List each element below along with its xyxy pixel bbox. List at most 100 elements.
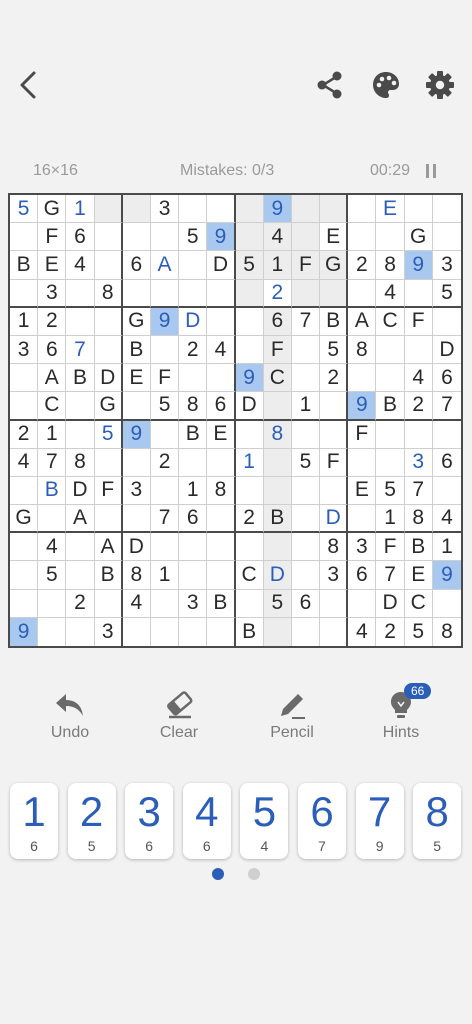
board-cell[interactable]: 5 — [263, 589, 292, 618]
board-cell[interactable]: 6 — [291, 589, 321, 618]
board-cell[interactable] — [235, 335, 264, 365]
board-cell[interactable]: B — [38, 476, 67, 506]
board-cell[interactable] — [94, 448, 123, 477]
board-cell[interactable] — [263, 448, 292, 477]
board-cell[interactable]: D — [94, 364, 123, 393]
board-cell[interactable]: F — [404, 307, 433, 336]
settings-button[interactable] — [418, 60, 462, 110]
board-cell[interactable] — [207, 307, 236, 336]
clear-button[interactable]: Clear — [134, 688, 224, 748]
board-cell[interactable]: B — [320, 307, 349, 336]
number-key[interactable]: 16 — [10, 783, 58, 859]
board-cell[interactable]: G — [404, 223, 433, 252]
board-cell[interactable]: 8 — [433, 618, 461, 646]
board-cell[interactable] — [291, 533, 321, 562]
board-cell[interactable] — [348, 448, 377, 477]
board-cell[interactable]: 1 — [38, 420, 67, 449]
board-cell[interactable]: E — [122, 364, 151, 393]
board-cell[interactable] — [348, 589, 377, 618]
board-cell[interactable]: C — [38, 392, 67, 421]
board-cell[interactable]: 2 — [263, 279, 292, 308]
board-cell[interactable]: 1 — [10, 307, 39, 336]
board-cell[interactable] — [66, 420, 95, 449]
board-cell[interactable] — [291, 505, 321, 534]
board-cell[interactable]: F — [263, 335, 292, 365]
board-cell[interactable]: B — [10, 251, 39, 280]
board-cell[interactable]: G — [94, 392, 123, 421]
board-cell[interactable] — [94, 589, 123, 618]
board-cell[interactable] — [235, 589, 264, 618]
board-cell[interactable] — [179, 448, 208, 477]
board-cell[interactable]: C — [263, 364, 292, 393]
board-cell[interactable]: 5 — [150, 392, 180, 421]
board-cell[interactable]: 7 — [291, 307, 321, 336]
board-cell[interactable] — [376, 364, 405, 393]
board-cell[interactable] — [10, 561, 39, 590]
board-cell[interactable]: B — [66, 364, 95, 393]
board-cell[interactable]: 4 — [122, 589, 151, 618]
board-cell[interactable]: D — [376, 589, 405, 618]
board-cell[interactable] — [320, 617, 349, 646]
board-cell[interactable]: 3 — [404, 448, 433, 477]
board-cell[interactable]: F — [348, 420, 377, 449]
board-cell[interactable]: 2 — [10, 420, 39, 449]
board-cell[interactable]: 8 — [263, 420, 292, 449]
board-cell[interactable] — [376, 420, 405, 449]
board-cell[interactable] — [348, 223, 377, 252]
board-cell[interactable] — [10, 589, 39, 618]
board-cell[interactable]: D — [320, 505, 349, 534]
board-cell[interactable] — [38, 589, 67, 618]
board-cell[interactable]: 6 — [207, 392, 236, 421]
board-cell[interactable]: 1 — [263, 251, 292, 280]
board-cell[interactable] — [94, 505, 123, 534]
board-cell[interactable]: 1 — [235, 448, 264, 477]
board-cell[interactable] — [66, 392, 95, 421]
board-cell[interactable]: 1 — [179, 476, 208, 506]
board-cell[interactable]: 6 — [348, 561, 377, 590]
board-cell[interactable] — [66, 307, 95, 336]
board-cell[interactable] — [235, 195, 264, 224]
board-cell[interactable]: D — [235, 392, 264, 421]
board-cell[interactable] — [38, 617, 67, 646]
hints-button[interactable]: Hints 66 — [356, 683, 446, 748]
board-cell[interactable]: 5 — [291, 448, 321, 477]
board-cell[interactable]: 5 — [94, 420, 123, 449]
board-cell[interactable]: 3 — [348, 533, 377, 562]
board-cell[interactable] — [150, 223, 180, 252]
board-cell[interactable] — [292, 617, 321, 646]
board-cell[interactable] — [376, 335, 405, 365]
board-cell[interactable]: 7 — [404, 476, 433, 506]
board-cell[interactable]: 3 — [320, 561, 349, 590]
board-cell[interactable] — [207, 561, 236, 590]
board-cell[interactable]: 4 — [66, 251, 95, 280]
board-cell[interactable]: 9 — [348, 392, 377, 421]
number-key[interactable]: 67 — [298, 783, 346, 859]
board-cell[interactable]: G — [38, 195, 67, 224]
board-cell[interactable] — [320, 420, 349, 449]
board-cell[interactable]: 8 — [376, 251, 405, 280]
board-cell[interactable]: 6 — [38, 335, 67, 365]
theme-button[interactable] — [364, 60, 408, 110]
board-cell[interactable] — [122, 448, 151, 477]
board-cell[interactable]: B — [376, 392, 405, 421]
board-cell[interactable] — [432, 308, 461, 336]
board-cell[interactable] — [10, 533, 39, 562]
board-cell[interactable] — [207, 279, 236, 308]
board-cell[interactable]: 4 — [10, 448, 39, 477]
board-cell[interactable] — [179, 279, 208, 308]
board-cell[interactable] — [10, 392, 39, 421]
board-cell[interactable]: B — [179, 420, 208, 449]
board-cell[interactable]: 5 — [376, 476, 405, 506]
board-cell[interactable]: 9 — [432, 561, 461, 590]
board-cell[interactable] — [432, 590, 461, 618]
board-cell[interactable] — [122, 279, 151, 308]
board-cell[interactable]: 4 — [263, 223, 292, 252]
board-cell[interactable] — [432, 477, 461, 506]
board-cell[interactable] — [320, 476, 349, 506]
board-cell[interactable]: 6 — [122, 251, 151, 280]
board-cell[interactable]: C — [376, 307, 405, 336]
board-cell[interactable] — [207, 505, 236, 534]
board-cell[interactable] — [150, 420, 180, 449]
board-cell[interactable]: B — [263, 505, 292, 534]
board-cell[interactable] — [235, 476, 264, 506]
